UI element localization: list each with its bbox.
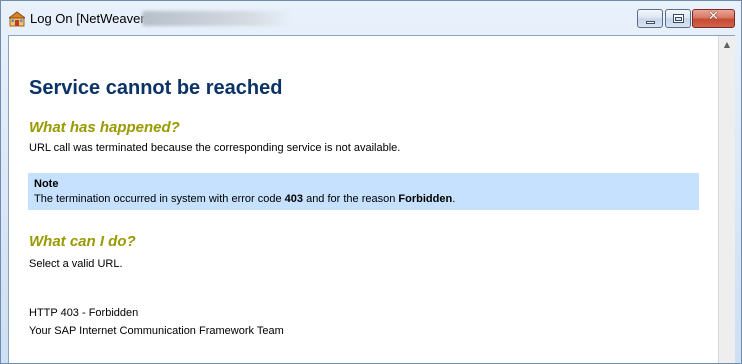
window-title: Log On [NetWeaver bbox=[30, 11, 145, 26]
page-title: Service cannot be reached bbox=[29, 77, 283, 99]
title-bar[interactable]: Log On [NetWeaver ✕ bbox=[1, 1, 741, 35]
minimize-button[interactable] bbox=[637, 9, 663, 28]
what-can-i-do-text: Select a valid URL. bbox=[29, 258, 123, 270]
redacted-title-text bbox=[142, 11, 292, 26]
minimize-icon bbox=[646, 21, 655, 24]
error-reason: Forbidden bbox=[398, 193, 453, 205]
close-icon: ✕ bbox=[708, 9, 719, 24]
close-button[interactable]: ✕ bbox=[692, 9, 735, 28]
note-box: Note The termination occurred in system … bbox=[28, 173, 699, 210]
note-text-prefix: The termination occurred in system with … bbox=[34, 193, 285, 205]
maximize-icon bbox=[673, 14, 684, 23]
note-text: The termination occurred in system with … bbox=[34, 193, 455, 205]
maximize-button[interactable] bbox=[665, 9, 691, 28]
scroll-up-arrow-icon[interactable]: ▲ bbox=[719, 36, 735, 53]
note-text-middle: and for the reason bbox=[303, 193, 399, 205]
error-code: 403 bbox=[284, 193, 304, 205]
page-content-area: Service cannot be reached What has happe… bbox=[8, 35, 735, 363]
what-happened-text: URL call was terminated because the corr… bbox=[29, 142, 401, 154]
sap-logon-icon bbox=[7, 11, 27, 27]
http-status-text: HTTP 403 - Forbidden bbox=[29, 307, 139, 319]
section-title-what-can-i-do: What can I do? bbox=[29, 233, 136, 250]
team-signature: Your SAP Internet Communication Framewor… bbox=[29, 325, 284, 337]
vertical-scrollbar[interactable]: ▲ bbox=[718, 36, 735, 363]
note-title: Note bbox=[34, 178, 59, 190]
section-title-what-happened: What has happened? bbox=[29, 119, 180, 136]
error-page: Service cannot be reached What has happe… bbox=[9, 36, 718, 363]
note-text-end: . bbox=[452, 193, 456, 205]
browser-window: Log On [NetWeaver ✕ Service cannot be re… bbox=[0, 0, 742, 364]
